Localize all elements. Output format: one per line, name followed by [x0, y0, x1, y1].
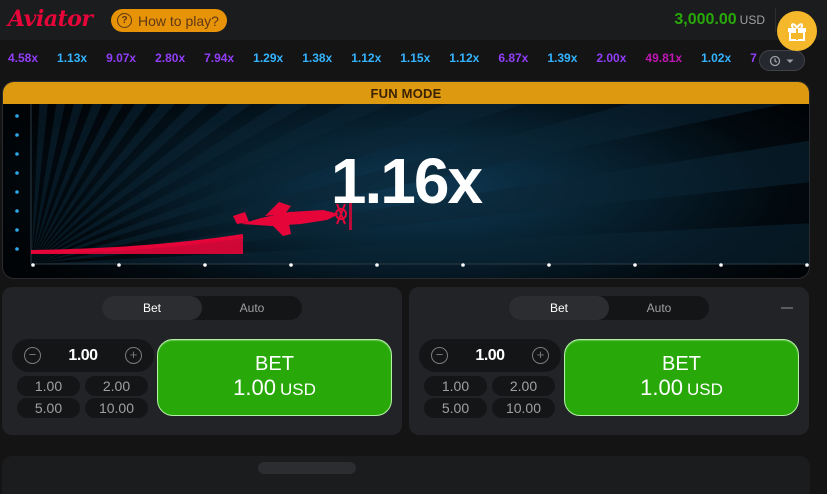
tab-auto[interactable]: Auto: [202, 296, 302, 320]
x-axis-dot: [547, 263, 551, 267]
game-canvas: FUN MODE 1.16x: [2, 81, 810, 279]
balance-display: 3,000.00 USD: [674, 11, 765, 29]
multiplier-history: 4.58x 1.13x 9.07x 2.80x 7.94x 1.29x 1.38x 1.12x…: [0, 44, 827, 76]
bet-amount-stepper: − 1.00 +: [12, 339, 154, 372]
history-multiplier[interactable]: 9.07x: [106, 51, 136, 69]
quick-amount-button[interactable]: 2.00: [492, 376, 555, 396]
history-multiplier[interactable]: 1.29x: [253, 51, 283, 69]
x-axis-dot: [805, 263, 809, 267]
quick-amount-button[interactable]: 5.00: [424, 398, 487, 418]
how-to-play-label: How to play?: [138, 12, 219, 29]
current-multiplier: 1.16x: [330, 145, 483, 217]
history-multiplier[interactable]: 49.81x: [645, 51, 682, 69]
bet-button-amount: 1.00 USD: [640, 374, 723, 400]
y-axis-dot: [15, 114, 19, 118]
history-multiplier[interactable]: 1.13x: [57, 51, 87, 69]
history-multiplier[interactable]: 1.12x: [351, 51, 381, 69]
fun-mode-banner: FUN MODE: [3, 82, 809, 104]
history-list: 4.58x 1.13x 9.07x 2.80x 7.94x 1.29x 1.38x 1.12x…: [8, 51, 758, 69]
history-multiplier[interactable]: 4.58x: [8, 51, 38, 69]
history-multiplier[interactable]: 2.00x: [596, 51, 626, 69]
x-axis-dot: [461, 263, 465, 267]
history-multiplier[interactable]: 1.15x: [400, 51, 430, 69]
balance-currency: USD: [739, 13, 765, 27]
question-icon: ?: [117, 13, 132, 28]
history-multiplier[interactable]: 7: [750, 51, 757, 69]
x-axis-dot: [31, 263, 35, 267]
balance-amount: 3,000.00: [674, 11, 737, 28]
gift-button[interactable]: [777, 11, 817, 51]
x-axis-dot: [719, 263, 723, 267]
quick-amount-button[interactable]: 10.00: [85, 398, 148, 418]
x-axis-dot: [117, 263, 121, 267]
how-to-play-button[interactable]: ? How to play?: [111, 9, 227, 32]
quick-amount-button[interactable]: 5.00: [17, 398, 80, 418]
top-bar: Aviator ? How to play? 3,000.00 USD: [0, 0, 827, 40]
x-axis-dot: [633, 263, 637, 267]
increase-bet-button[interactable]: +: [125, 347, 142, 364]
history-multiplier[interactable]: 1.39x: [547, 51, 577, 69]
history-icon: [769, 55, 781, 66]
remove-panel-button[interactable]: [781, 307, 793, 309]
history-multiplier[interactable]: 7.94x: [204, 51, 234, 69]
history-multiplier[interactable]: 6.87x: [498, 51, 528, 69]
y-axis-dot: [15, 133, 19, 137]
history-multiplier[interactable]: 1.12x: [449, 51, 479, 69]
tab-bet[interactable]: Bet: [102, 296, 202, 320]
bet-button-label: BET: [255, 352, 294, 375]
history-multiplier[interactable]: 1.38x: [302, 51, 332, 69]
bet-button-label: BET: [662, 352, 701, 375]
bets-list-panel: [2, 456, 810, 494]
bet-mode-tabs: Bet Auto: [102, 296, 302, 320]
bet-panel-2: Bet Auto − 1.00 + 1.00 2.00 5.00 10.00 B…: [409, 287, 809, 435]
increase-bet-button[interactable]: +: [532, 347, 549, 364]
quick-amount-button[interactable]: 1.00: [17, 376, 80, 396]
y-axis-dot: [15, 247, 19, 251]
history-multiplier[interactable]: 2.80x: [155, 51, 185, 69]
bet-mode-tabs: Bet Auto: [509, 296, 709, 320]
chevron-down-icon: [786, 59, 794, 63]
bet-amount-stepper: − 1.00 +: [419, 339, 561, 372]
bets-tab-switcher[interactable]: [258, 462, 356, 474]
quick-amount-button[interactable]: 10.00: [492, 398, 555, 418]
history-toggle-button[interactable]: [759, 50, 805, 71]
quick-amount-button[interactable]: 1.00: [424, 376, 487, 396]
x-axis-dot: [203, 263, 207, 267]
aviator-logo: Aviator: [8, 6, 93, 32]
y-axis-dot: [15, 228, 19, 232]
history-multiplier[interactable]: 1.02x: [701, 51, 731, 69]
tab-auto[interactable]: Auto: [609, 296, 709, 320]
header-divider: [775, 8, 776, 32]
x-axis-dot: [289, 263, 293, 267]
gift-icon: [788, 23, 806, 41]
bet-panel-1: Bet Auto − 1.00 + 1.00 2.00 5.00 10.00 B…: [2, 287, 402, 435]
bet-button-amount: 1.00 USD: [233, 374, 316, 400]
bet-button[interactable]: BET 1.00 USD: [564, 339, 799, 416]
tab-bet[interactable]: Bet: [509, 296, 609, 320]
x-axis-dot: [375, 263, 379, 267]
quick-amount-button[interactable]: 2.00: [85, 376, 148, 396]
bet-button[interactable]: BET 1.00 USD: [157, 339, 392, 416]
